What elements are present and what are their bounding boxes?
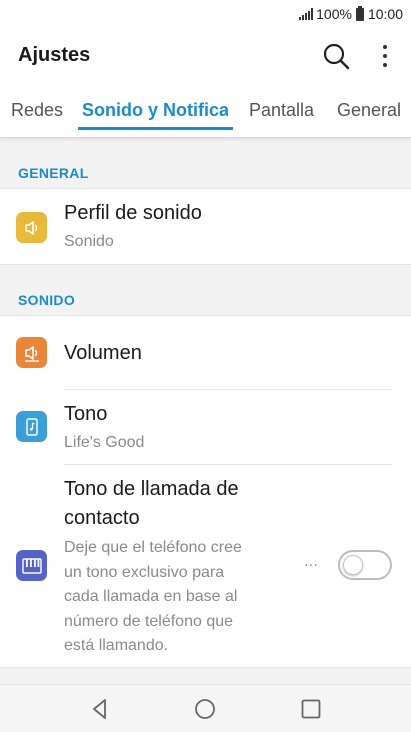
app-bar: Ajustes: [0, 28, 411, 84]
battery-icon: [355, 5, 364, 21]
search-icon: [323, 43, 350, 70]
home-button[interactable]: [191, 695, 219, 723]
tab-general[interactable]: General: [337, 100, 401, 121]
row-title: Volumen: [64, 342, 142, 364]
tab-sonido-notificaciones[interactable]: Sonido y Notificac: [82, 100, 228, 121]
speaker-icon: [16, 212, 47, 243]
more-settings-dots[interactable]: ···: [304, 556, 318, 572]
piano-keys-icon: [16, 550, 47, 581]
search-button[interactable]: [320, 40, 352, 72]
list-item-volumen[interactable]: Volumen: [0, 316, 411, 389]
status-bar: 100% 10:00: [0, 0, 411, 28]
tab-bar: Redes Sonido y Notificac Pantalla Genera…: [0, 84, 411, 138]
recents-button[interactable]: [297, 695, 325, 723]
recents-icon: [301, 699, 321, 719]
row-description-line: cada llamada en base al: [64, 588, 238, 605]
back-button[interactable]: [86, 695, 114, 723]
signal-icon: [299, 8, 314, 20]
row-description-line: un tono exclusivo para: [64, 563, 225, 581]
more-options-button[interactable]: [372, 40, 398, 72]
row-subtitle: Life's Good: [64, 434, 145, 451]
navigation-bar: [0, 684, 411, 732]
music-note-icon: [16, 411, 47, 442]
list-item-tono[interactable]: Tono Life's Good: [0, 390, 411, 464]
row-title: Perfil de sonido: [64, 202, 202, 224]
more-vert-icon: [383, 45, 387, 49]
row-title-line-2: contacto: [64, 507, 140, 529]
page-title: Ajustes: [18, 44, 91, 66]
home-icon: [195, 699, 215, 719]
row-title-line-1: Tono de llamada de: [64, 478, 239, 500]
contact-ringtone-toggle[interactable]: [338, 550, 392, 580]
tab-redes[interactable]: Redes: [11, 100, 63, 121]
row-subtitle: Sonido: [64, 233, 114, 250]
row-description-line: Deje que el teléfono cree: [64, 539, 242, 556]
clock: 10:00: [367, 6, 403, 22]
battery-percent: 100%: [316, 6, 352, 22]
volume-icon: [16, 337, 47, 368]
row-description-line: número de teléfono que: [64, 612, 234, 630]
back-icon: [93, 699, 106, 719]
section-header-sonido: SONIDO: [18, 292, 76, 308]
row-description-line: está llamando.: [64, 637, 169, 654]
active-tab-indicator: [78, 127, 233, 130]
tab-pantalla[interactable]: Pantalla: [249, 100, 314, 121]
row-title: Tono: [64, 403, 108, 425]
list-item-perfil-de-sonido[interactable]: Perfil de sonido Sonido: [0, 188, 411, 265]
section-header-general: GENERAL: [18, 165, 89, 181]
toggle-knob: [343, 555, 363, 575]
